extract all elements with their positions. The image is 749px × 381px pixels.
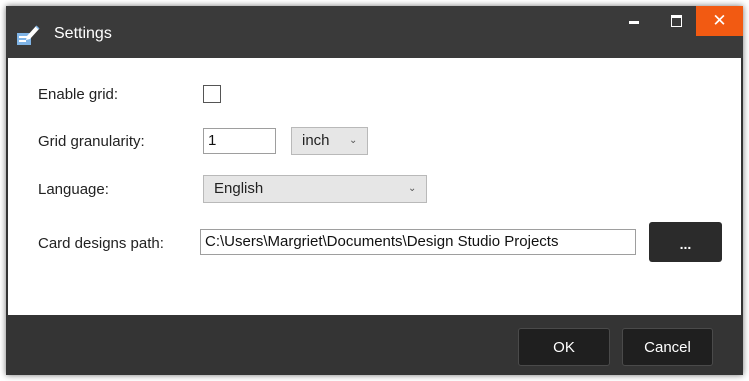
settings-app-icon — [17, 25, 40, 45]
maximize-icon — [670, 15, 682, 27]
cancel-button[interactable]: Cancel — [622, 328, 713, 366]
close-button[interactable]: ✕ — [696, 6, 743, 36]
grid-granularity-label: Grid granularity: — [38, 133, 145, 150]
ok-button[interactable]: OK — [518, 328, 610, 366]
language-label: Language: — [38, 181, 109, 198]
language-dropdown[interactable]: English ⌄ — [203, 175, 427, 203]
card-designs-path-label: Card designs path: — [38, 235, 164, 252]
language-value: English — [214, 180, 264, 197]
grid-granularity-input[interactable]: 1 — [203, 128, 276, 154]
minimize-button[interactable] — [616, 6, 652, 36]
enable-grid-checkbox[interactable] — [203, 85, 221, 103]
dialog-footer: OK Cancel — [6, 315, 743, 375]
grid-unit-dropdown[interactable]: inch ⌄ — [291, 127, 368, 155]
browse-button[interactable]: ... — [649, 222, 722, 262]
settings-content: Enable grid: Grid granularity: 1 inch ⌄ … — [8, 58, 741, 315]
settings-dialog: Settings ✕ Enable grid: Grid granularity… — [6, 6, 743, 375]
card-designs-path-input[interactable]: C:\Users\Margriet\Documents\Design Studi… — [200, 229, 636, 255]
chevron-down-icon: ⌄ — [349, 135, 358, 146]
window-title: Settings — [54, 25, 112, 42]
title-bar[interactable]: Settings ✕ — [6, 6, 743, 58]
minimize-icon — [629, 20, 639, 24]
grid-unit-value: inch — [302, 132, 330, 149]
maximize-button[interactable] — [658, 6, 694, 36]
close-icon: ✕ — [712, 10, 727, 31]
enable-grid-label: Enable grid: — [38, 86, 119, 103]
chevron-down-icon: ⌄ — [408, 183, 417, 194]
